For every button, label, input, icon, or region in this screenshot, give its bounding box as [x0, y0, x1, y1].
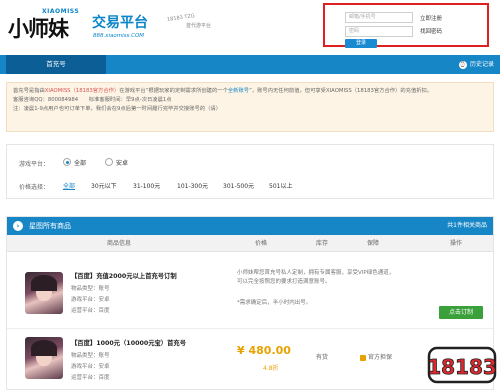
table-row: 【百度】充值2000元以上首充号订制 物品类型：账号 游戏平台：安卓 运营平台：…	[7, 252, 493, 329]
login-panel: 邮箱/手机号 密码 立即注册 找回密码 登录	[323, 3, 489, 48]
shield-icon	[360, 354, 366, 361]
col-product-info: 商品信息	[107, 240, 132, 247]
notice-text: 首充号是指由	[13, 88, 45, 94]
price-option-all[interactable]: 全部	[63, 181, 75, 190]
password-input[interactable]: 密码	[345, 26, 413, 37]
price-option-31-100[interactable]: 31-100元	[133, 181, 160, 190]
guarantee-label: 官方担保	[368, 354, 393, 361]
col-stock: 库存	[316, 240, 329, 247]
notice-link[interactable]: 全新账号	[228, 88, 249, 94]
products-title: 星图所有商品	[29, 222, 71, 230]
login-button[interactable]: 登录	[345, 39, 377, 48]
price-option-under-30[interactable]: 30元以下	[91, 181, 117, 190]
notice-text: ”，账号内无任何前值，但可享受XIAOMISS（18183官方合作）的充值折扣。	[249, 88, 433, 94]
custom-order-button[interactable]: 点击订制	[439, 306, 483, 319]
logo[interactable]: 小师妹	[8, 13, 69, 43]
tab-first-charge[interactable]: 首充号	[6, 55, 106, 74]
slogan-secondary: 首代游平台	[186, 23, 212, 29]
platform-option-all[interactable]: 全部	[74, 158, 86, 167]
notice-line-3: 注：凌晨1-9点用户也可订单下单，我们会在9点后第一时间履行完毕并交接账号的（请…	[13, 106, 222, 112]
product-meta: 游戏平台：安卓	[71, 364, 110, 370]
product-title[interactable]: 【百度】1000元（10000元宝）首充号	[71, 338, 186, 347]
product-title[interactable]: 【百度】充值2000元以上首充号订制	[71, 271, 177, 280]
product-note: *需求确定后，半小时内出号。	[237, 300, 312, 306]
platform-title: 交易平台	[92, 15, 148, 31]
price-option-301-500[interactable]: 301-500元	[223, 181, 254, 190]
product-meta: 游戏平台：安卓	[71, 297, 110, 303]
platform-radio-android[interactable]	[105, 158, 113, 166]
product-description: 小师妹帮您首充号私人定制，拥有专属客服，享受VIP绿色通道，可以完全按照您的要求…	[237, 270, 395, 285]
watermark-18183-logo: 18183	[427, 346, 497, 384]
table-header: 商品信息 价格 库存 保障 操作	[7, 235, 493, 252]
logo-subtitle: XIAOMISS	[42, 8, 80, 15]
price-option-101-300[interactable]: 101-300元	[177, 181, 208, 190]
platform-option-android[interactable]: 安卓	[116, 158, 128, 167]
products-panel: › 星图所有商品 共1件相关商品 商品信息 价格 库存 保障 操作 【百度】充值…	[6, 216, 494, 390]
history-link[interactable]: ⌚ 历史记录	[458, 55, 494, 74]
product-meta: 运营平台：百度	[71, 375, 110, 381]
col-action: 操作	[450, 240, 463, 247]
product-stock: 有货	[316, 354, 329, 361]
notice-highlight: XIAOMISS（18183官方合作）	[44, 88, 120, 94]
site-header: 小师妹 XIAOMISS 交易平台 888.xiaomiss.COM 18183…	[0, 0, 500, 52]
watermark-text: 18183	[427, 355, 497, 379]
col-price: 价格	[255, 240, 268, 247]
product-meta: 物品类型：账号	[71, 286, 110, 292]
notice-line-1: 首充号是指由XIAOMISS（18183官方合作）在游戏平台“根据玩家的定制需求…	[13, 87, 487, 96]
forgot-password-link[interactable]: 找回密码	[420, 27, 442, 35]
platform-radio-all[interactable]	[63, 158, 71, 166]
arrow-right-icon: ›	[13, 221, 23, 231]
filter-panel: 游戏平台： 全部 安卓 价格选择： 全部 30元以下 31-100元 101-3…	[6, 144, 494, 199]
notice-box: 首充号是指由XIAOMISS（18183官方合作）在游戏平台“根据玩家的定制需求…	[6, 82, 494, 132]
product-meta: 物品类型：账号	[71, 353, 110, 359]
product-guarantee: 官方担保	[360, 352, 392, 361]
platform-filter-label: 游戏平台：	[19, 161, 50, 168]
products-header: › 星图所有商品 共1件相关商品	[7, 217, 493, 235]
product-thumbnail[interactable]	[25, 337, 63, 379]
product-thumbnail[interactable]	[25, 272, 63, 314]
notice-line-2: 客服咨询QQ：800084984 标准客服时间：早9点-次日凌晨1点	[13, 97, 172, 103]
register-link[interactable]: 立即注册	[420, 14, 442, 22]
notice-text: 在游戏平台“根据玩家的定制需求所创建的一个	[119, 88, 228, 94]
table-row: 【百度】1000元（10000元宝）首充号 物品类型：账号 游戏平台：安卓 运营…	[7, 330, 493, 390]
main-nav: 首充号 ⌚ 历史记录	[0, 55, 500, 74]
price-filter-label: 价格选择：	[19, 184, 50, 191]
products-count-link[interactable]: 共1件相关商品	[447, 217, 487, 235]
product-meta: 运营平台：百度	[71, 308, 110, 314]
price-option-over-501[interactable]: 501以上	[269, 181, 292, 190]
product-discount: 4.8折	[263, 365, 279, 372]
col-guarantee: 保障	[367, 240, 380, 247]
username-input[interactable]: 邮箱/手机号	[345, 12, 413, 23]
platform-url: 888.xiaomiss.COM	[93, 33, 145, 39]
history-label: 历史记录	[469, 61, 494, 68]
product-price: ¥ 480.00	[237, 344, 291, 357]
clock-icon: ⌚	[458, 60, 467, 69]
